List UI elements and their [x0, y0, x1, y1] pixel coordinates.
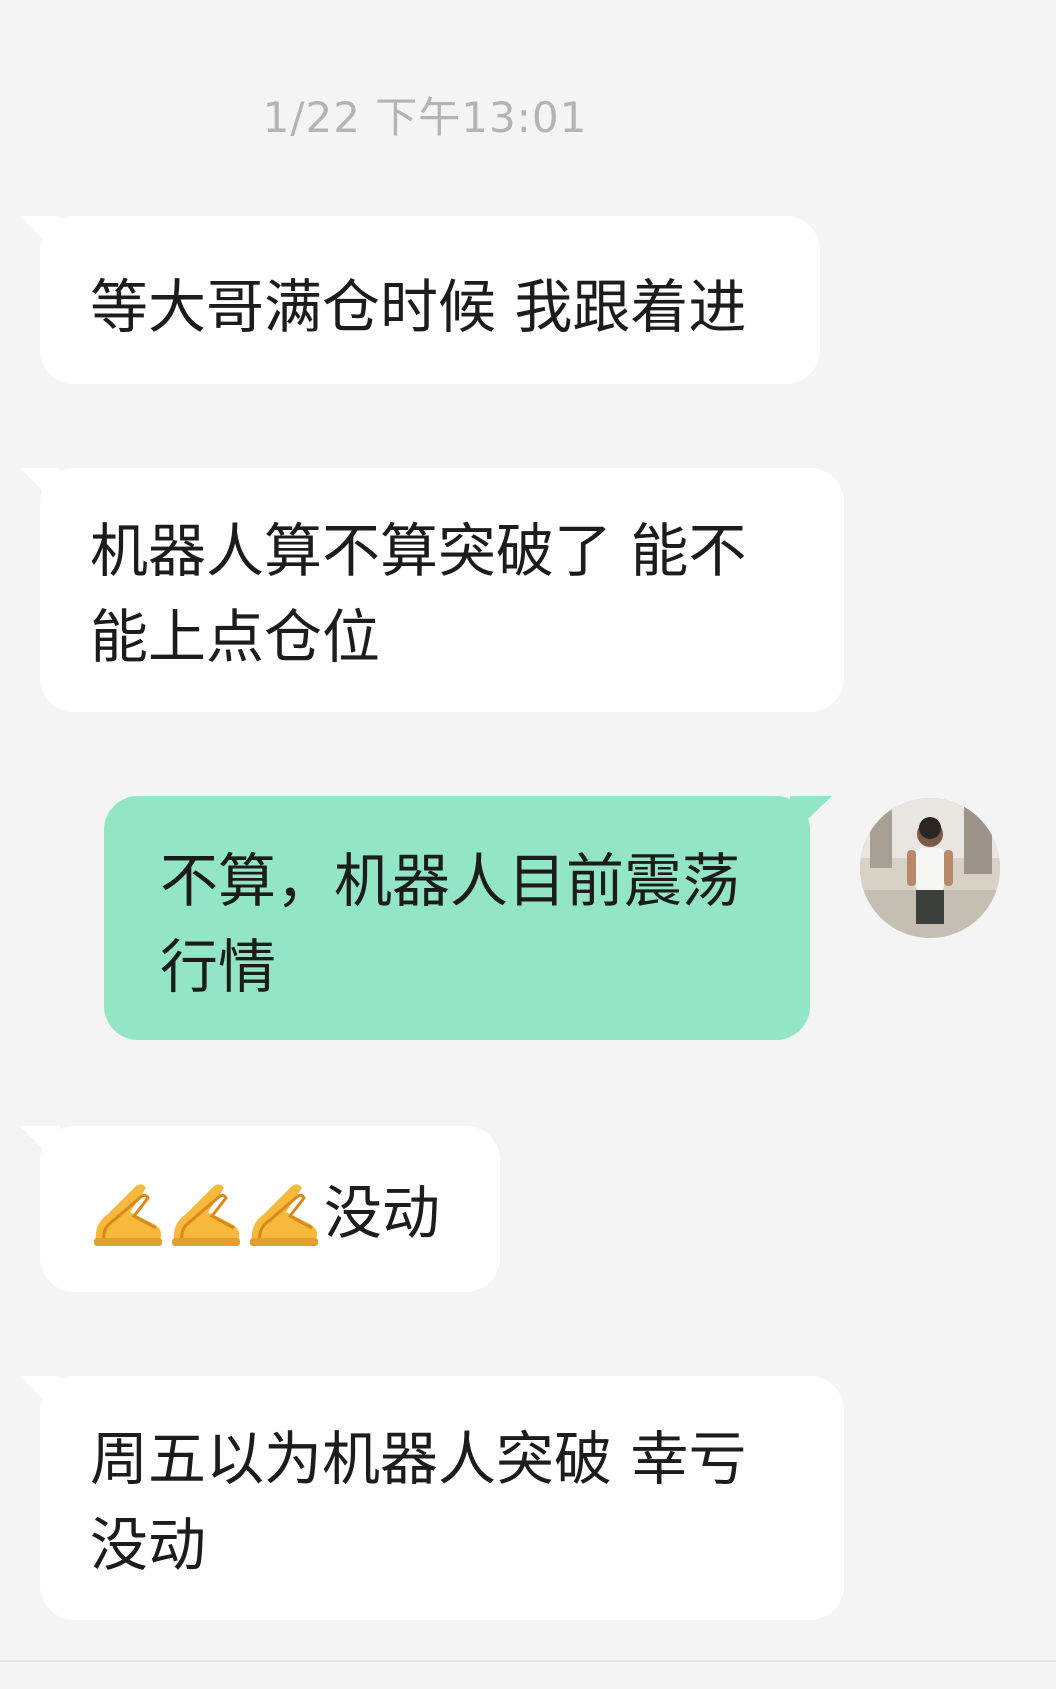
bottom-divider — [0, 1660, 1056, 1662]
message-text: 等大哥满仓时候 我跟着进 — [90, 273, 747, 341]
avatar-photo-icon — [860, 798, 1000, 938]
bubble-tail-outgoing — [790, 796, 832, 836]
prayer-hands-icon — [90, 1178, 168, 1248]
outgoing-message-bubble[interactable]: 不算，机器人目前震荡 行情 — [104, 796, 810, 1040]
message-text-line: 不算，机器人目前震荡 — [160, 847, 741, 915]
prayer-hands-icon — [168, 1178, 246, 1248]
message-text-line: 机器人算不算突破了 能不 — [90, 517, 747, 585]
message-timestamp: 1/22 下午13:01 — [262, 93, 588, 142]
message-text-line: 周五以为机器人突破 幸亏 — [90, 1425, 747, 1493]
message-text-line: 没动 — [90, 1511, 207, 1579]
message-text: 没动 — [324, 1178, 441, 1247]
incoming-message-bubble[interactable]: 周五以为机器人突破 幸亏 没动 — [40, 1376, 844, 1620]
user-avatar[interactable] — [860, 798, 1000, 938]
prayer-hands-icon — [246, 1178, 324, 1248]
message-text-line: 能上点仓位 — [90, 603, 381, 671]
incoming-message-bubble[interactable]: 等大哥满仓时候 我跟着进 — [40, 216, 820, 384]
incoming-message-bubble[interactable]: 没动 — [40, 1126, 500, 1292]
message-text-line: 行情 — [160, 933, 277, 1001]
incoming-message-bubble[interactable]: 机器人算不算突破了 能不 能上点仓位 — [40, 468, 844, 712]
